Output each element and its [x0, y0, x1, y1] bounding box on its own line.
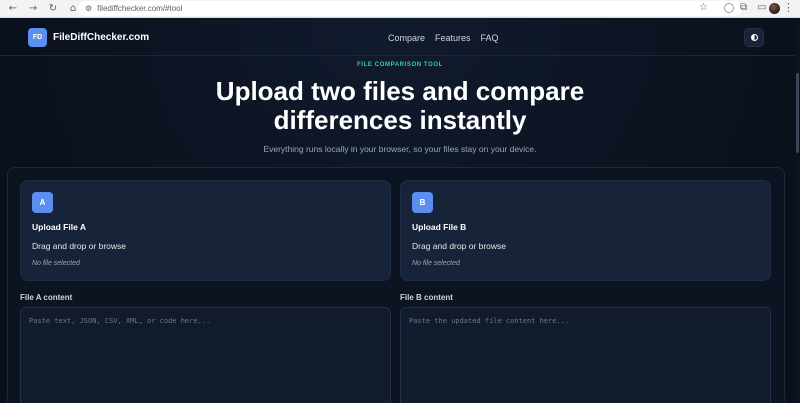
headline-line-1: Upload two files and compare — [215, 76, 585, 106]
file-a-status: No file selected — [32, 260, 80, 267]
upload-card-a[interactable]: A Upload File A Drag and drop or browse … — [20, 180, 391, 281]
scrollbar-thumb[interactable] — [796, 73, 799, 153]
file-b-status: No file selected — [412, 260, 460, 267]
file-b-badge: B — [412, 192, 433, 213]
address-url: filediffchecker.com/#tool — [97, 4, 183, 13]
nav-faq[interactable]: FAQ — [481, 33, 499, 43]
page: FD FileDiffChecker.com Compare Features … — [0, 18, 800, 403]
extensions-puzzle-icon[interactable]: ⧉ — [740, 2, 747, 13]
nav-compare[interactable]: Compare — [388, 33, 425, 43]
upload-file-b-browse[interactable]: Drag and drop or browse — [412, 241, 506, 251]
browser-menu-icon[interactable]: ⋮ — [783, 1, 794, 14]
side-panel-icon[interactable]: ▭ — [757, 2, 766, 13]
upload-card-b[interactable]: B Upload File B Drag and drop or browse … — [400, 180, 771, 281]
logo-badge[interactable]: FD — [28, 28, 47, 47]
forward-arrow-icon[interactable]: → — [26, 2, 40, 16]
hero-subtitle: Everything runs locally in your browser,… — [263, 144, 537, 154]
page-scrollbar[interactable] — [795, 18, 800, 403]
eyebrow-label: FILE COMPARISON TOOL — [357, 62, 443, 68]
contrast-icon — [750, 34, 758, 41]
address-bar[interactable]: ⚙ filediffchecker.com/#tool ☆ — [78, 1, 742, 16]
reload-icon[interactable]: ↻ — [46, 2, 60, 16]
comparison-panel: A Upload File A Drag and drop or browse … — [7, 167, 785, 403]
upload-file-b-title: Upload File B — [412, 222, 467, 232]
page-title: Upload two files and compare differences… — [0, 77, 800, 135]
site-header: FD FileDiffChecker.com Compare Features … — [0, 18, 800, 56]
back-arrow-icon[interactable]: ← — [6, 2, 20, 16]
file-b-content-input[interactable] — [400, 307, 771, 403]
file-b-content-label: File B content — [400, 293, 453, 302]
theme-toggle-button[interactable] — [744, 28, 764, 47]
profile-avatar[interactable] — [769, 3, 780, 14]
nav-features[interactable]: Features — [435, 33, 471, 43]
headline-line-2: differences instantly — [273, 105, 527, 135]
main-nav: Compare Features FAQ — [388, 33, 499, 43]
logo-text[interactable]: FileDiffChecker.com — [53, 32, 149, 43]
file-a-content-label: File A content — [20, 293, 73, 302]
site-info-icon[interactable]: ⚙ — [85, 4, 92, 13]
file-a-badge: A — [32, 192, 53, 213]
bookmark-star-icon[interactable]: ☆ — [699, 2, 708, 13]
upload-file-a-browse[interactable]: Drag and drop or browse — [32, 241, 126, 251]
upload-file-a-title: Upload File A — [32, 222, 86, 232]
file-a-content-input[interactable] — [20, 307, 391, 403]
browser-toolbar: ← → ↻ ⌂ ⚙ filediffchecker.com/#tool ☆ ⧉ … — [0, 0, 800, 18]
extension-compass-icon[interactable] — [724, 3, 734, 13]
